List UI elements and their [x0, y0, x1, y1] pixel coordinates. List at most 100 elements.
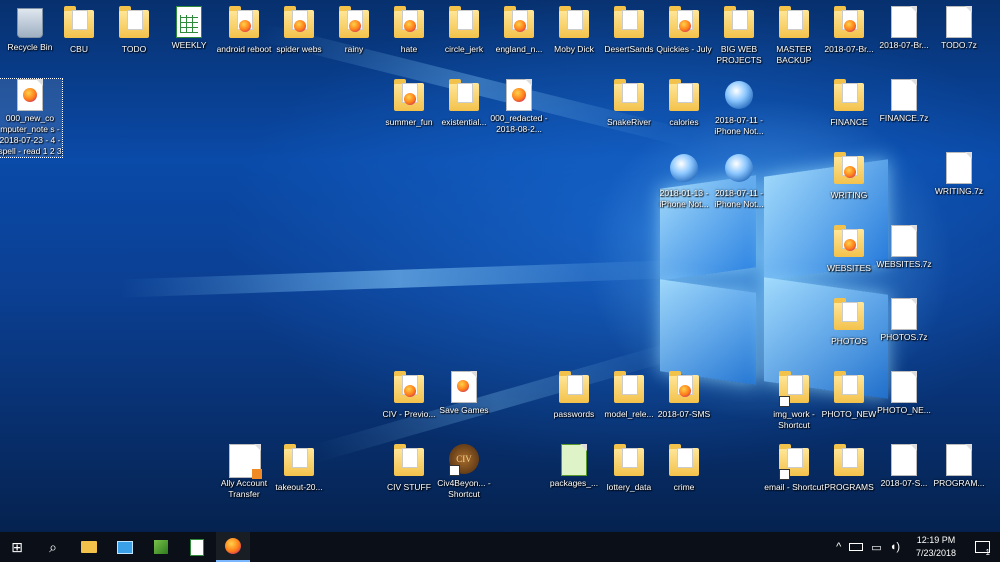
sms-folder-desktop-item[interactable]: 2018-07-SMS	[652, 371, 716, 420]
desktop-item-label: 2018-07-11 - iPhone Not...	[714, 115, 764, 136]
desktop-item-label: 000_new_co mputer_note s - 2018-07-23 - …	[0, 113, 62, 156]
taskbar-clock[interactable]: 12:19 PM 7/23/2018	[910, 534, 962, 560]
civ-stuff-folder-icon	[394, 444, 424, 480]
photos-folder-icon	[834, 298, 864, 334]
folder-icon	[81, 541, 97, 553]
snakeriver-folder-icon	[614, 79, 644, 115]
firefox-button[interactable]	[216, 532, 250, 562]
desktop-item-label: WRITING	[830, 190, 868, 200]
iphone-notes-0711-desktop-item[interactable]: 2018-07-11 - iPhone Not...	[707, 79, 771, 137]
iphone-notes-0711b-desktop-item[interactable]: 2018-07-11 - iPhone Not...	[707, 152, 771, 210]
spider-webs-folder-icon	[284, 6, 314, 42]
hate-folder-icon	[394, 6, 424, 42]
desktop-item-label: 2018-07-SMS	[657, 409, 711, 419]
search-icon: ⌕	[49, 538, 57, 555]
lottery-data-folder-icon	[614, 444, 644, 480]
weekly-spreadsheet-icon	[174, 6, 204, 38]
england-folder-icon	[504, 6, 534, 42]
sms-folder-icon	[669, 371, 699, 407]
master-backup-folder-icon	[779, 6, 809, 42]
notepad-app-button[interactable]	[180, 532, 214, 562]
action-center-icon	[974, 541, 990, 553]
desktop-item-label: PHOTO_NE...	[877, 405, 931, 415]
writing-7z-file-desktop-item[interactable]: WRITING.7z	[927, 152, 991, 197]
firefox-icon	[225, 538, 241, 554]
programs-folder-icon	[834, 444, 864, 480]
finance-7z-file-desktop-item[interactable]: FINANCE.7z	[872, 79, 936, 124]
light-beam	[120, 260, 681, 298]
network-app-button[interactable]	[108, 532, 142, 562]
clock-time: 12:19 PM	[916, 535, 956, 545]
todo-folder-icon	[119, 6, 149, 42]
action-center-button[interactable]: 1	[974, 532, 990, 562]
crime-folder-desktop-item[interactable]: crime	[652, 444, 716, 493]
takeout-folder-icon	[284, 444, 314, 480]
s-file-icon	[889, 444, 919, 476]
desktop-item-label: WEBSITES.7z	[876, 259, 932, 269]
websites-folder-icon	[834, 225, 864, 261]
new-computer-notes-firefox-desktop-item[interactable]: 000_new_co mputer_note s - 2018-07-23 - …	[0, 78, 63, 158]
websites-7z-file-desktop-item[interactable]: WEBSITES.7z	[872, 225, 936, 270]
android-reboot-folder-icon	[229, 6, 259, 42]
br-folder-icon	[834, 6, 864, 42]
crime-folder-icon	[669, 444, 699, 480]
writing-folder-desktop-item[interactable]: WRITING	[817, 152, 881, 201]
packages-icon	[559, 444, 589, 476]
recycle-bin-icon	[15, 8, 45, 40]
civ-previous-folder-icon	[394, 371, 424, 407]
big-web-projects-folder-icon	[724, 6, 754, 42]
quickies-july-folder-icon	[669, 6, 699, 42]
redacted-firefox-icon	[504, 79, 534, 111]
desktop: Recycle Bin CBU TODO WEEKLY android reboot sp…	[0, 0, 1000, 532]
desktop-item-label: TODO.7z	[941, 40, 977, 50]
photo-ne-file-icon	[889, 371, 919, 403]
calories-folder-icon	[669, 79, 699, 115]
taskbar: ⊞ ⌕ ^ ▭ ◖) 12:19 PM 7/23/2018 1	[0, 532, 1000, 562]
save-games-shortcut-desktop-item[interactable]: Save Games	[432, 371, 496, 416]
summer-fun-folder-icon	[394, 79, 424, 115]
save-games-shortcut-icon	[449, 371, 479, 403]
start-button[interactable]: ⊞	[0, 532, 34, 562]
photo-ne-file-desktop-item[interactable]: PHOTO_NE...	[872, 371, 936, 416]
desktop-item-label: Civ4Beyon... - Shortcut	[437, 478, 491, 499]
photo-new-folder-icon	[834, 371, 864, 407]
desktop-item-label: PHOTOS.7z	[880, 332, 928, 342]
rainy-folder-icon	[339, 6, 369, 42]
show-hidden-icons-chevron[interactable]: ^	[836, 541, 841, 553]
photos-7z-file-desktop-item[interactable]: PHOTOS.7z	[872, 298, 936, 343]
desertsands-folder-icon	[614, 6, 644, 42]
iphone-notes-0711-icon	[724, 81, 754, 113]
desktop-item-label: PROGRAM...	[933, 478, 985, 488]
email-shortcut-icon	[779, 444, 809, 480]
file-explorer-button[interactable]	[72, 532, 106, 562]
desktop-item-label: 000_redacted - 2018-08-2...	[490, 113, 548, 134]
websites-7z-file-icon	[889, 225, 919, 257]
desktop-item-label: Save Games	[439, 405, 489, 415]
program-file-desktop-item[interactable]: PROGRAM...	[927, 444, 991, 489]
existential-folder-icon	[449, 79, 479, 115]
desktop-item-label: crime	[673, 482, 695, 492]
iphone-notes-0711b-icon	[724, 154, 754, 186]
search-button[interactable]: ⌕	[36, 532, 70, 562]
battery-icon[interactable]	[849, 543, 864, 551]
desktop-item-label: 2018-07-11 - iPhone Not...	[714, 188, 764, 209]
network-icon[interactable]: ▭	[871, 541, 881, 554]
takeout-folder-desktop-item[interactable]: takeout-20...	[267, 444, 331, 493]
finance-folder-icon	[834, 79, 864, 115]
redacted-firefox-desktop-item[interactable]: 000_redacted - 2018-08-2...	[487, 79, 551, 135]
volume-icon[interactable]: ◖)	[890, 541, 900, 553]
clock-date: 7/23/2018	[915, 548, 957, 558]
passwords-folder-icon	[559, 371, 589, 407]
program-file-icon	[944, 444, 974, 476]
notepad-icon	[190, 538, 204, 556]
civ4-beyond-shortcut-icon: CIV	[449, 444, 479, 476]
green-app-button[interactable]	[144, 532, 178, 562]
br-file-icon	[889, 6, 919, 38]
cbu-folder-icon	[64, 6, 94, 42]
writing-folder-icon	[834, 152, 864, 188]
todo-7z-file-desktop-item[interactable]: TODO.7z	[927, 6, 991, 51]
civ4-beyond-shortcut-desktop-item[interactable]: CIV Civ4Beyon... - Shortcut	[432, 444, 496, 500]
ally-account-transfer-icon	[229, 444, 262, 479]
system-tray: ^ ▭ ◖)	[836, 532, 900, 562]
todo-7z-file-icon	[944, 6, 974, 38]
